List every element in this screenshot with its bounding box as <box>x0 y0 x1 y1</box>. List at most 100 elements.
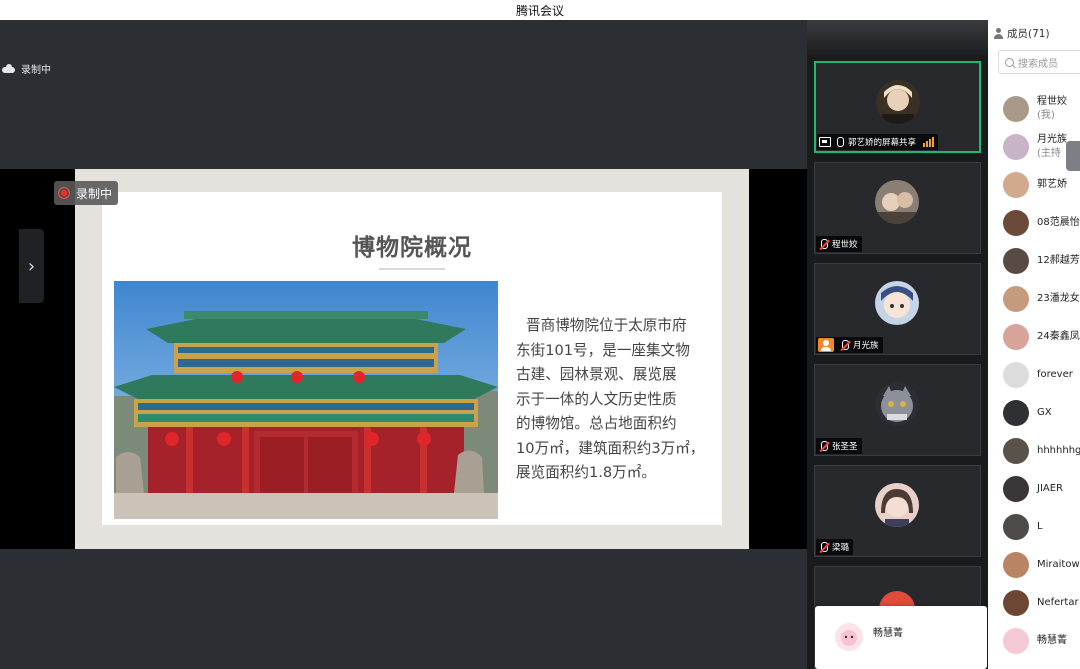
tile-name: 张圣圣 <box>832 442 858 452</box>
slide-body-text: 晋商博物院位于太原市府 东街101号，是一座集文物 古建、园林景观、展览展 示于… <box>516 314 718 486</box>
microphone-icon <box>834 136 845 148</box>
member-text: 12郝越芳 <box>1037 254 1080 268</box>
member-avatar <box>1003 96 1029 122</box>
member-row[interactable]: Nefertar <box>1003 588 1079 618</box>
member-name: 郭艺娇 <box>1037 179 1067 190</box>
slide-text-line: 晋商博物院位于太原市府 <box>526 317 687 334</box>
member-avatar <box>1003 210 1029 236</box>
strip-header <box>807 20 988 58</box>
member-name: hhhhhhg <box>1037 445 1080 456</box>
member-avatar <box>1003 552 1029 578</box>
member-name: forever <box>1037 369 1073 380</box>
recording-badge-label: 录制中 <box>76 186 113 201</box>
member-name: 24秦鑫凤 <box>1037 331 1080 342</box>
member-text: L <box>1037 520 1043 534</box>
member-row[interactable]: 程世姣 (我) <box>1003 94 1067 124</box>
search-icon <box>1005 57 1014 67</box>
participant-avatar <box>875 483 919 527</box>
floating-toolbar-button[interactable] <box>1066 141 1080 171</box>
participant-avatar <box>875 281 919 325</box>
slide-title: 博物院概况 <box>352 235 472 261</box>
participant-avatar-icon <box>818 338 834 352</box>
expand-panel-button[interactable]: › <box>19 229 44 303</box>
search-placeholder: 搜索成员 <box>1018 58 1058 70</box>
member-text: JIAER <box>1037 482 1063 496</box>
museum-photo <box>114 281 498 519</box>
member-text: 24秦鑫凤 <box>1037 330 1080 344</box>
user-icon <box>993 28 1004 39</box>
recording-indicator-top[interactable]: 录制中 <box>2 61 51 76</box>
member-row[interactable]: Miraitow <box>1003 550 1080 580</box>
tile-nameplate: 郭艺娇的屏幕共享 <box>817 134 939 150</box>
participant-avatar <box>875 180 919 224</box>
member-text: 畅慧菁 <box>1037 634 1067 648</box>
video-tile[interactable]: 梁璐 <box>814 465 981 557</box>
member-text: forever <box>1037 368 1073 382</box>
member-avatar <box>1003 400 1029 426</box>
members-count-label: 成员(71) <box>1007 28 1050 40</box>
member-row[interactable]: 24秦鑫凤 <box>1003 322 1080 352</box>
member-row[interactable]: hhhhhhg <box>1003 436 1080 466</box>
member-avatar <box>1003 172 1029 198</box>
video-tile[interactable]: 张圣圣 <box>814 364 981 456</box>
chevron-right-icon: › <box>27 255 36 277</box>
member-row[interactable]: 12郝越芳 <box>1003 246 1080 276</box>
member-row[interactable]: 23潘龙女 <box>1003 284 1080 314</box>
member-row[interactable]: forever <box>1003 360 1073 390</box>
member-name: 畅慧菁 <box>1037 635 1067 646</box>
tile-nameplate: 张圣圣 <box>816 438 862 454</box>
tile-nameplate: 月光族 <box>816 337 883 353</box>
title-bar: 腾讯会议 <box>0 0 1080 20</box>
video-tile[interactable]: 郭艺娇的屏幕共享 <box>814 61 981 153</box>
slide-text-line: 东街101号，是一座集文物 <box>516 341 690 359</box>
recording-badge[interactable]: 录制中 <box>54 181 119 205</box>
video-strip: 郭艺娇的屏幕共享 程世姣 月光族 张圣圣 梁璐 <box>807 20 988 669</box>
member-row[interactable]: L <box>1003 512 1043 542</box>
slide-card: 博物院概况 晋商博物院位于太原市府 东街101号，是一座集文物 古建、园林景观、… <box>102 192 722 525</box>
member-text: 08范晨怡 <box>1037 216 1080 230</box>
record-dot-icon <box>58 187 70 199</box>
screen-share-icon <box>819 137 831 147</box>
tile-nameplate: 程世姣 <box>816 236 862 252</box>
member-popup[interactable]: 畅慧菁 <box>815 606 987 669</box>
member-name: 程世姣 <box>1037 96 1067 107</box>
mic-muted-icon <box>818 541 829 553</box>
member-name: 畅慧菁 <box>873 628 903 639</box>
members-panel: 成员(71) 搜索成员 程世姣 (我) 月光族 (主持郭艺娇 08范晨怡 12郝越芳 23潘… <box>988 20 1080 669</box>
member-name: Nefertar <box>1037 597 1079 608</box>
slide-text-line: 的博物馆。总占地面积约 <box>516 415 677 432</box>
member-row[interactable]: 月光族 (主持 <box>1003 132 1067 162</box>
member-search-input[interactable]: 搜索成员 <box>998 50 1080 74</box>
member-avatar <box>1003 362 1029 388</box>
member-text: hhhhhhg <box>1037 444 1080 458</box>
member-avatar <box>1003 628 1029 654</box>
member-row[interactable]: JIAER <box>1003 474 1063 504</box>
member-row[interactable]: 08范晨怡 <box>1003 208 1080 238</box>
member-row[interactable]: 郭艺娇 <box>1003 170 1067 200</box>
member-name: L <box>1037 521 1043 532</box>
member-role: (主持 <box>1037 148 1061 159</box>
slide-text-line: 示于一体的人文历史性质 <box>516 390 677 408</box>
video-tile[interactable]: 程世姣 <box>814 162 981 254</box>
member-text: Miraitow <box>1037 558 1080 572</box>
member-name: 12郝越芳 <box>1037 255 1080 266</box>
member-avatar <box>1003 286 1029 312</box>
member-name: GX <box>1037 407 1052 418</box>
member-text: 郭艺娇 <box>1037 178 1067 192</box>
tile-name: 郭艺娇的屏幕共享 <box>848 138 917 148</box>
member-name: 23潘龙女 <box>1037 293 1080 304</box>
members-header: 成员(71) <box>993 26 1050 41</box>
member-text: GX <box>1037 406 1052 420</box>
member-row[interactable]: GX <box>1003 398 1052 428</box>
member-avatar <box>1003 134 1029 160</box>
member-row[interactable]: 畅慧菁 <box>1003 626 1067 656</box>
member-text: 程世姣 (我) <box>1037 95 1067 123</box>
member-name: JIAER <box>1037 483 1064 494</box>
member-avatar <box>1003 590 1029 616</box>
video-tile[interactable]: 月光族 <box>814 263 981 355</box>
tile-name: 梁璐 <box>832 543 850 553</box>
slide-divider <box>379 268 445 270</box>
member-avatar <box>1003 476 1029 502</box>
member-role: (我) <box>1037 110 1055 121</box>
slide-text-line: 10万㎡，建筑面积约3万㎡， <box>516 439 705 457</box>
